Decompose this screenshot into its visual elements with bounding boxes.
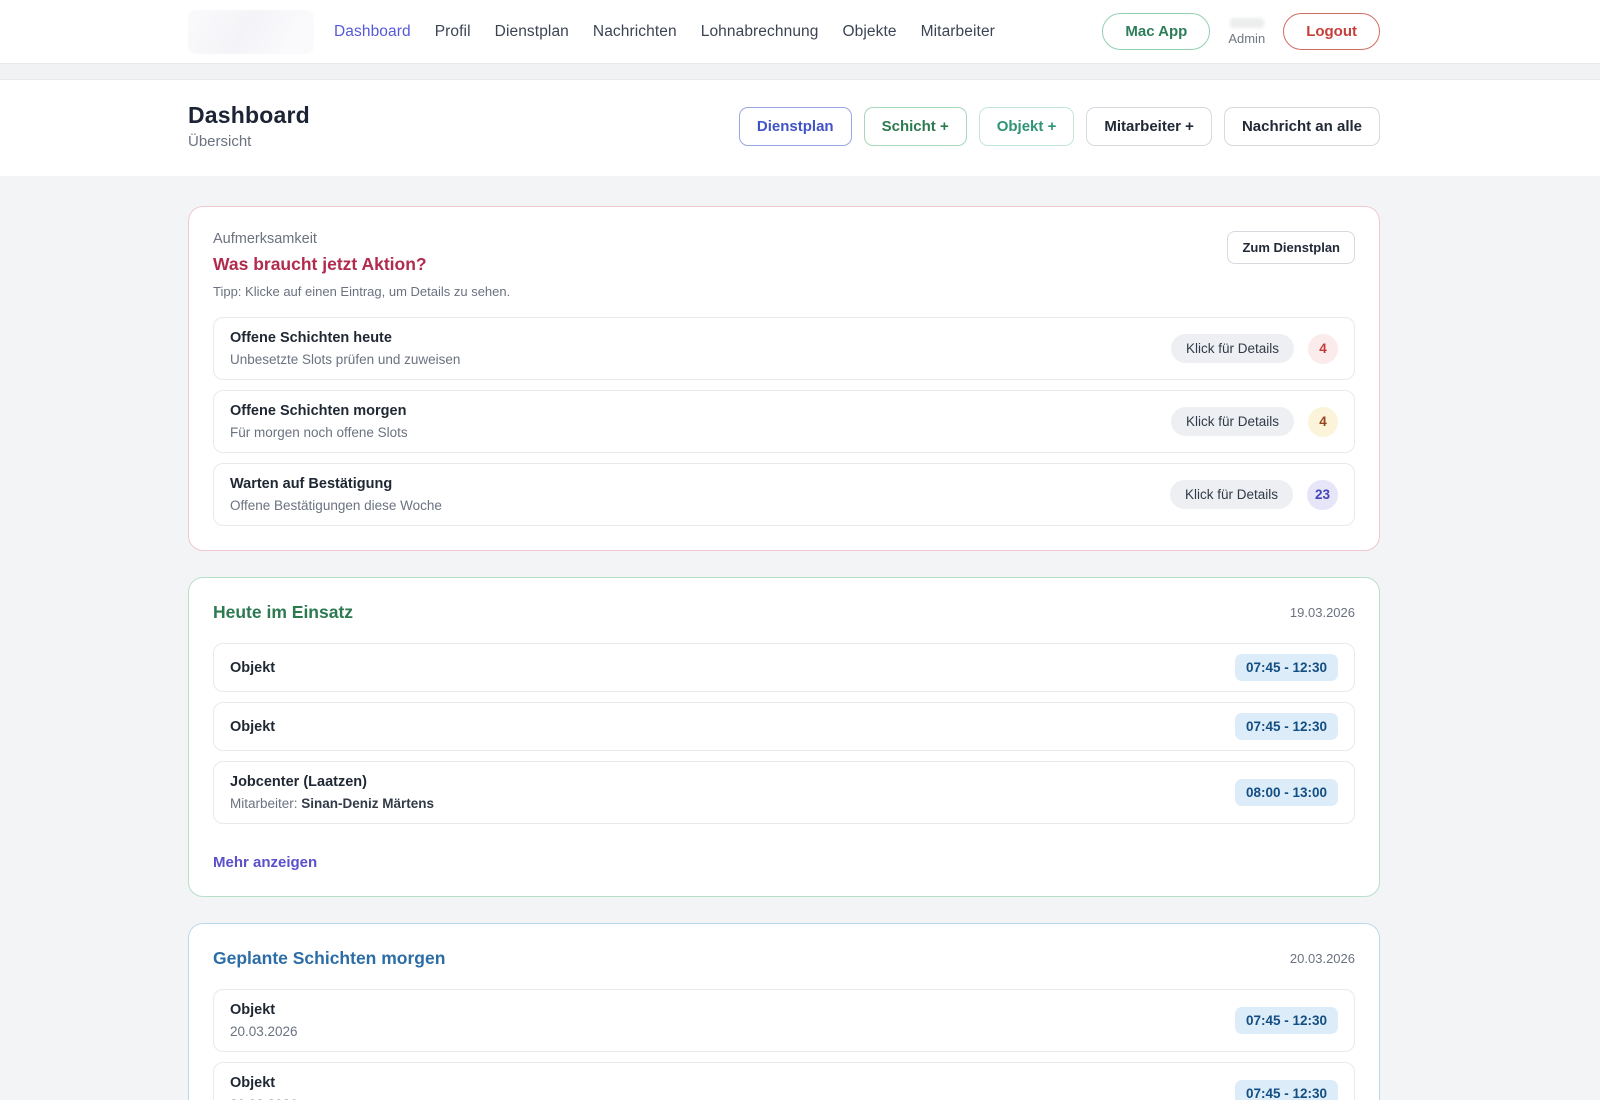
user-role-label: Admin [1228,31,1265,46]
row-subtitle: 20.03.2026 [230,1024,298,1039]
nav-item-objekte[interactable]: Objekte [842,23,896,41]
attention-title: Was braucht jetzt Aktion? [213,254,510,275]
time-badge: 07:45 - 12:30 [1235,1080,1338,1100]
mitarbeiter-name: Sinan-Deniz Märtens [301,796,434,811]
row-title: Offene Schichten morgen [230,403,408,419]
nav-item-lohnabrechnung[interactable]: Lohnabrechnung [701,23,819,41]
attention-head-text: Aufmerksamkeit Was braucht jetzt Aktion?… [213,231,510,317]
row-title: Warten auf Bestätigung [230,476,442,492]
details-pill[interactable]: Klick für Details [1170,480,1293,509]
row-title: Offene Schichten heute [230,330,460,346]
today-row[interactable]: Objekt 07:45 - 12:30 [213,643,1355,692]
attention-tip: Tipp: Klicke auf einen Eintrag, um Detai… [213,284,510,299]
tomorrow-row[interactable]: Objekt 20.03.2026 07:45 - 12:30 [213,1062,1355,1100]
user-block: Admin [1228,18,1265,46]
row-subtitle: Mitarbeiter: Sinan-Deniz Märtens [230,796,434,811]
add-schicht-button[interactable]: Schicht + [864,107,967,146]
row-subtitle: Offene Bestätigungen diese Woche [230,498,442,513]
attention-row-open-shifts-tomorrow[interactable]: Offene Schichten morgen Für morgen noch … [213,390,1355,453]
tomorrow-title: Geplante Schichten morgen [213,948,445,969]
time-badge: 07:45 - 12:30 [1235,654,1338,681]
time-badge: 07:45 - 12:30 [1235,1007,1338,1034]
attention-row-waiting-confirmation[interactable]: Warten auf Bestätigung Offene Bestätigun… [213,463,1355,526]
dienstplan-button[interactable]: Dienstplan [739,107,852,146]
row-title: Objekt [230,1002,298,1018]
page-header: Dashboard Übersicht Dienstplan Schicht +… [0,80,1600,176]
top-navigation: Dashboard Profil Dienstplan Nachrichten … [0,0,1600,63]
time-badge: 08:00 - 13:00 [1235,779,1338,806]
attention-card: Aufmerksamkeit Was braucht jetzt Aktion?… [188,206,1380,551]
time-badge: 07:45 - 12:30 [1235,713,1338,740]
nav-item-nachrichten[interactable]: Nachrichten [593,23,677,41]
add-mitarbeiter-button[interactable]: Mitarbeiter + [1086,107,1212,146]
page-title-block: Dashboard Übersicht [188,102,310,150]
row-title: Jobcenter (Laatzen) [230,774,434,790]
today-row[interactable]: Objekt 07:45 - 12:30 [213,702,1355,751]
page-subtitle: Übersicht [188,133,310,150]
message-all-button[interactable]: Nachricht an alle [1224,107,1380,146]
row-subtitle: Für morgen noch offene Slots [230,425,408,440]
details-pill[interactable]: Klick für Details [1171,334,1294,363]
tomorrow-date: 20.03.2026 [1290,951,1355,966]
attention-eyebrow: Aufmerksamkeit [213,231,510,247]
nav-links: Dashboard Profil Dienstplan Nachrichten … [334,23,995,41]
nav-right: Mac App Admin Logout [1102,13,1380,50]
header-actions: Dienstplan Schicht + Objekt + Mitarbeite… [739,107,1380,146]
nav-item-dashboard[interactable]: Dashboard [334,23,411,41]
page-title: Dashboard [188,102,310,129]
today-title: Heute im Einsatz [213,602,353,623]
nav-item-dienstplan[interactable]: Dienstplan [495,23,569,41]
show-more-link[interactable]: Mehr anzeigen [213,854,317,871]
add-objekt-button[interactable]: Objekt + [979,107,1075,146]
today-date: 19.03.2026 [1290,605,1355,620]
count-badge: 4 [1308,334,1338,364]
main-content: Aufmerksamkeit Was braucht jetzt Aktion?… [188,176,1380,1100]
user-name-redacted [1230,18,1264,28]
today-row-jobcenter[interactable]: Jobcenter (Laatzen) Mitarbeiter: Sinan-D… [213,761,1355,824]
row-title: Objekt [230,660,275,676]
row-subtitle: Unbesetzte Slots prüfen und zuweisen [230,352,460,367]
nav-item-profil[interactable]: Profil [435,23,471,41]
nav-divider [0,63,1600,80]
mitarbeiter-label: Mitarbeiter: [230,796,301,811]
tomorrow-row[interactable]: Objekt 20.03.2026 07:45 - 12:30 [213,989,1355,1052]
today-card: Heute im Einsatz 19.03.2026 Objekt 07:45… [188,577,1380,897]
zum-dienstplan-button[interactable]: Zum Dienstplan [1227,231,1355,264]
count-badge: 23 [1307,480,1338,510]
logout-button[interactable]: Logout [1283,13,1380,50]
row-title: Objekt [230,719,275,735]
app-logo [188,10,314,54]
tomorrow-card: Geplante Schichten morgen 20.03.2026 Obj… [188,923,1380,1100]
nav-item-mitarbeiter[interactable]: Mitarbeiter [921,23,995,41]
attention-row-open-shifts-today[interactable]: Offene Schichten heute Unbesetzte Slots … [213,317,1355,380]
mac-app-button[interactable]: Mac App [1102,13,1210,50]
details-pill[interactable]: Klick für Details [1171,407,1294,436]
count-badge: 4 [1308,407,1338,437]
row-title: Objekt [230,1075,298,1091]
